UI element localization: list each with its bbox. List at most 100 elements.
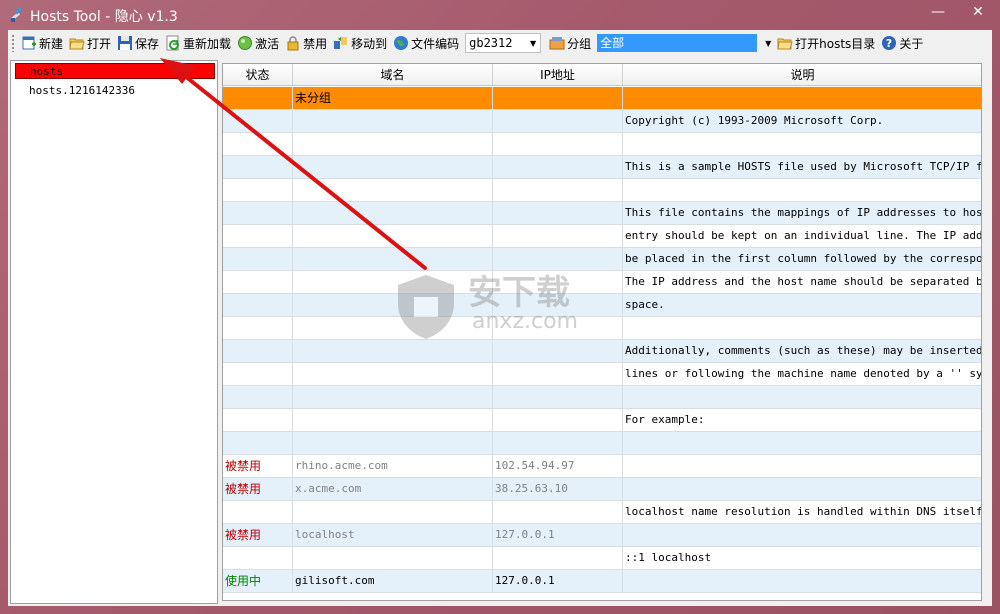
table-row[interactable]: Copyright (c) 1993-2009 Microsoft Corp. — [223, 110, 981, 133]
cell-status[interactable] — [223, 87, 293, 110]
cell-note[interactable]: space. — [623, 294, 981, 317]
encoding-select[interactable]: gb2312 ▼ — [465, 33, 542, 53]
cell-domain[interactable] — [293, 363, 493, 386]
cell-note[interactable]: The IP address and the host name should … — [623, 271, 981, 294]
table-row[interactable] — [223, 317, 981, 340]
cell-ip[interactable] — [493, 294, 623, 317]
cell-ip[interactable] — [493, 248, 623, 271]
cell-ip[interactable]: 38.25.63.10 — [493, 478, 623, 501]
move-to-button[interactable]: 移动到 — [331, 32, 391, 54]
cell-note[interactable] — [623, 478, 981, 501]
cell-domain[interactable]: x.acme.com — [293, 478, 493, 501]
cell-status[interactable] — [223, 501, 293, 524]
cell-domain[interactable] — [293, 409, 493, 432]
table-row[interactable]: ::1 localhost — [223, 547, 981, 570]
cell-domain[interactable] — [293, 202, 493, 225]
cell-domain[interactable] — [293, 547, 493, 570]
tree-item-hosts[interactable]: hosts — [15, 63, 215, 79]
group-value[interactable]: 全部 — [597, 34, 758, 52]
cell-domain[interactable] — [293, 501, 493, 524]
table-row[interactable]: 使用中 gilisoft.com 127.0.0.1 — [223, 570, 981, 593]
cell-ip[interactable] — [493, 271, 623, 294]
cell-domain[interactable]: 未分组 — [293, 87, 493, 110]
cell-domain[interactable] — [293, 248, 493, 271]
cell-status[interactable] — [223, 179, 293, 202]
cell-note[interactable] — [623, 317, 981, 340]
cell-ip[interactable] — [493, 133, 623, 156]
title-bar[interactable]: Hosts Tool - 隐心 v1.3 — ✕ — [0, 0, 1000, 30]
disable-button[interactable]: 禁用 — [283, 32, 331, 54]
cell-domain[interactable]: rhino.acme.com — [293, 455, 493, 478]
cell-note[interactable] — [623, 455, 981, 478]
table-row[interactable] — [223, 432, 981, 455]
table-row[interactable]: localhost name resolution is handled wit… — [223, 501, 981, 524]
cell-note[interactable] — [623, 570, 981, 593]
table-row[interactable]: 被禁用 rhino.acme.com 102.54.94.97 — [223, 455, 981, 478]
cell-ip[interactable] — [493, 547, 623, 570]
save-button[interactable]: 保存 — [115, 32, 163, 54]
cell-domain[interactable] — [293, 386, 493, 409]
cell-note[interactable]: This file contains the mappings of IP ad… — [623, 202, 981, 225]
cell-domain[interactable] — [293, 110, 493, 133]
table-row[interactable]: 被禁用 localhost 127.0.0.1 — [223, 524, 981, 547]
activate-button[interactable]: 激活 — [235, 32, 283, 54]
cell-domain[interactable] — [293, 271, 493, 294]
cell-status[interactable] — [223, 225, 293, 248]
cell-domain[interactable]: gilisoft.com — [293, 570, 493, 593]
cell-status[interactable] — [223, 156, 293, 179]
table-row[interactable]: The IP address and the host name should … — [223, 271, 981, 294]
cell-note[interactable]: Copyright (c) 1993-2009 Microsoft Corp. — [623, 110, 981, 133]
cell-status[interactable]: 被禁用 — [223, 478, 293, 501]
table-row[interactable]: lines or following the machine name deno… — [223, 363, 981, 386]
table-row[interactable]: 被禁用 x.acme.com 38.25.63.10 — [223, 478, 981, 501]
cell-ip[interactable] — [493, 409, 623, 432]
cell-status[interactable] — [223, 340, 293, 363]
cell-ip[interactable]: 102.54.94.97 — [493, 455, 623, 478]
group-button[interactable]: 分组 — [547, 32, 595, 54]
cell-status[interactable] — [223, 317, 293, 340]
cell-ip[interactable] — [493, 179, 623, 202]
cell-status[interactable]: 使用中 — [223, 570, 293, 593]
cell-note[interactable]: localhost name resolution is handled wit… — [623, 501, 981, 524]
cell-note[interactable] — [623, 87, 981, 110]
column-header-status[interactable]: 状态 — [223, 64, 293, 85]
close-button[interactable]: ✕ — [956, 0, 1000, 24]
cell-domain[interactable] — [293, 317, 493, 340]
cell-ip[interactable] — [493, 340, 623, 363]
new-button[interactable]: 新建 — [19, 32, 67, 54]
column-header-note[interactable]: 说明 — [623, 64, 981, 85]
group-row[interactable]: 未分组 — [223, 87, 981, 110]
cell-note[interactable]: be placed in the first column followed b… — [623, 248, 981, 271]
cell-status[interactable] — [223, 294, 293, 317]
cell-status[interactable]: 被禁用 — [223, 455, 293, 478]
encoding-button[interactable]: 文件编码 — [391, 32, 463, 54]
cell-status[interactable] — [223, 271, 293, 294]
column-header-ip[interactable]: IP地址 — [493, 64, 623, 85]
cell-ip[interactable] — [493, 202, 623, 225]
table-row[interactable] — [223, 179, 981, 202]
cell-ip[interactable] — [493, 87, 623, 110]
cell-domain[interactable] — [293, 294, 493, 317]
cell-ip[interactable]: 127.0.0.1 — [493, 570, 623, 593]
cell-note[interactable] — [623, 386, 981, 409]
table-row[interactable]: This is a sample HOSTS file used by Micr… — [223, 156, 981, 179]
toolbar-grip[interactable] — [11, 34, 15, 52]
cell-ip[interactable] — [493, 432, 623, 455]
table-row[interactable]: be placed in the first column followed b… — [223, 248, 981, 271]
cell-status[interactable] — [223, 133, 293, 156]
cell-domain[interactable] — [293, 156, 493, 179]
cell-note[interactable]: This is a sample HOSTS file used by Micr… — [623, 156, 981, 179]
cell-status[interactable] — [223, 409, 293, 432]
cell-domain[interactable]: localhost — [293, 524, 493, 547]
minimize-button[interactable]: — — [920, 0, 956, 24]
cell-domain[interactable] — [293, 225, 493, 248]
cell-note[interactable] — [623, 524, 981, 547]
cell-note[interactable]: entry should be kept on an individual li… — [623, 225, 981, 248]
table-row[interactable]: entry should be kept on an individual li… — [223, 225, 981, 248]
cell-ip[interactable] — [493, 110, 623, 133]
cell-status[interactable] — [223, 110, 293, 133]
cell-domain[interactable] — [293, 340, 493, 363]
cell-ip[interactable] — [493, 225, 623, 248]
cell-ip[interactable] — [493, 363, 623, 386]
reload-button[interactable]: 重新加载 — [163, 32, 235, 54]
